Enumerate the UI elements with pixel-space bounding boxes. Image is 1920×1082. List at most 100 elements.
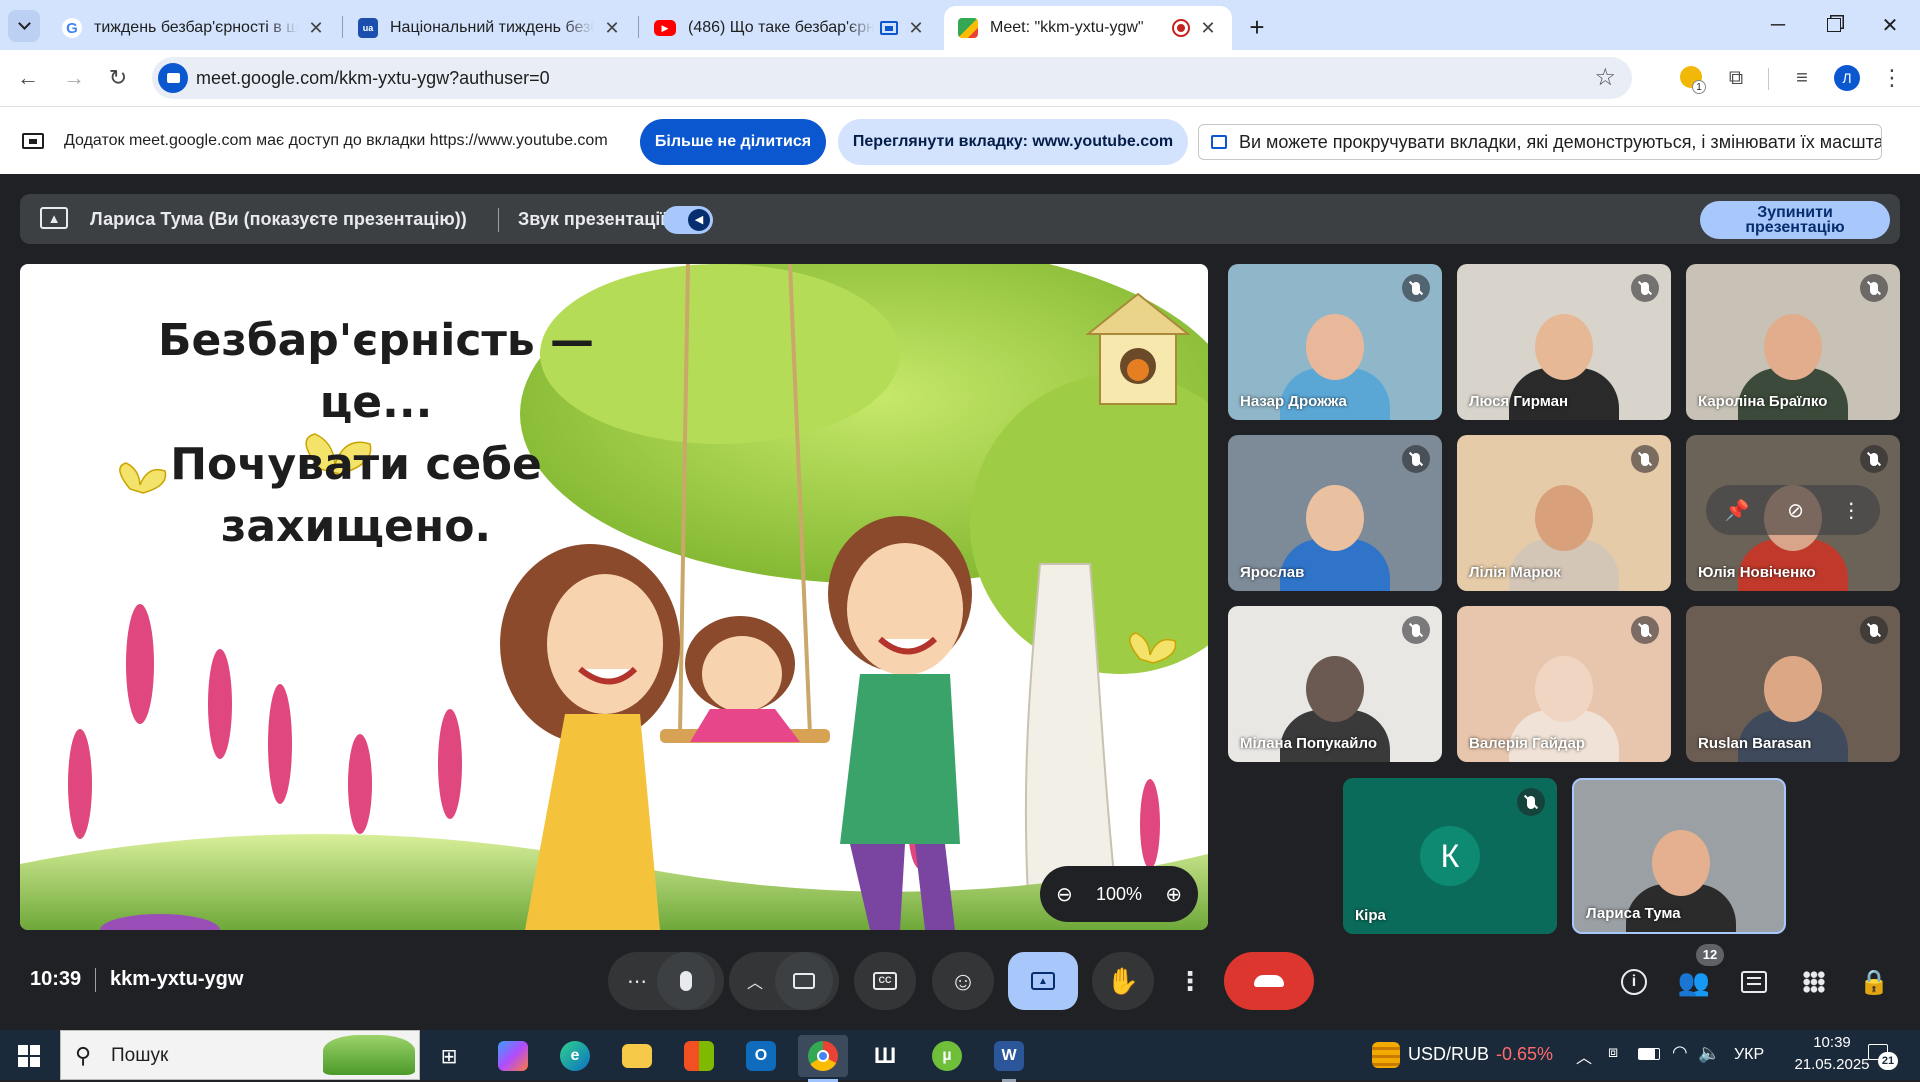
mic-off-icon — [1631, 274, 1659, 302]
video-options-icon[interactable]: ︿ — [735, 969, 775, 993]
profile-avatar[interactable]: Л — [1834, 65, 1860, 91]
minimize-button[interactable]: ─ — [1750, 0, 1806, 50]
extension-button[interactable]: 1 — [1676, 62, 1710, 96]
activities-button[interactable] — [1794, 962, 1834, 1002]
zoom-control: ⊖ 100% ⊕ — [1040, 866, 1198, 922]
audio-controls: ⋯ — [608, 952, 724, 1010]
taskbar-app-store[interactable] — [674, 1035, 724, 1077]
taskbar-app-chrome[interactable] — [798, 1035, 848, 1082]
tab-meet[interactable]: Meet: "kkm-yxtu-ygw" ✕ — [944, 6, 1232, 50]
participant-tile[interactable]: Лілія Марюк — [1457, 435, 1671, 591]
address-bar[interactable]: meet.google.com/kkm-yxtu-ygw?authuser=0 … — [152, 57, 1632, 99]
more-options-button[interactable]: ⋮ — [1170, 952, 1210, 1010]
host-controls-button[interactable]: 🔒 — [1854, 962, 1894, 1002]
people-button[interactable]: 👥 12 — [1674, 944, 1724, 1002]
tab-national-week[interactable]: ua Національний тиждень безбар ✕ — [344, 6, 636, 50]
chrome-menu-icon[interactable]: ⋮ — [1874, 60, 1910, 96]
tile-more-icon[interactable]: ⋮ — [1841, 498, 1861, 523]
participant-tile[interactable]: Мілана Попукайло — [1228, 606, 1442, 762]
stop-presenting-button[interactable]: Зупинити презентацію — [1700, 201, 1890, 239]
bookmark-star-icon[interactable]: ☆ — [1594, 63, 1616, 92]
zoom-in-icon[interactable]: ⊕ — [1165, 882, 1182, 907]
taskbar-app-explorer[interactable] — [612, 1035, 662, 1077]
camera-button[interactable] — [775, 952, 833, 1010]
tab-youtube[interactable]: ▶ (486) Що таке безбар'єрні ✕ — [640, 6, 940, 50]
battery-icon[interactable] — [1638, 1048, 1660, 1060]
girl-figure — [685, 616, 800, 742]
tab-close-icon[interactable]: ✕ — [906, 18, 926, 39]
restore-button[interactable] — [1806, 0, 1862, 50]
participant-tile[interactable]: Кароліна Браїлко — [1686, 264, 1900, 420]
wifi-icon[interactable]: ◠ — [1672, 1042, 1688, 1063]
taskbar-app-word[interactable]: W — [984, 1035, 1034, 1082]
view-tab-button[interactable]: Переглянути вкладку: www.youtube.com — [838, 119, 1188, 165]
taskbar-search[interactable]: ⚲ Пошук — [60, 1030, 420, 1080]
chat-button[interactable] — [1734, 962, 1774, 1002]
reload-button[interactable]: ↻ — [100, 60, 136, 96]
captions-button[interactable]: CC — [854, 952, 916, 1010]
currency-widget-icon — [1372, 1042, 1400, 1068]
search-icon: ⚲ — [75, 1043, 92, 1068]
tab-close-icon[interactable]: ✕ — [306, 18, 326, 39]
video-controls: ︿ — [729, 952, 839, 1010]
raise-hand-button[interactable]: ✋ — [1092, 952, 1154, 1010]
participant-tile[interactable]: Ruslan Barasan — [1686, 606, 1900, 762]
forward-button[interactable]: → — [56, 60, 92, 96]
mute-participant-icon[interactable]: ⊘ — [1787, 498, 1804, 523]
taskbar-clock-date[interactable]: 21.05.2025 — [1790, 1056, 1874, 1073]
back-button[interactable]: ← — [10, 60, 46, 96]
emoji-icon: ☺ — [949, 965, 977, 996]
leave-call-button[interactable] — [1224, 952, 1314, 1010]
participant-name: Лілія Марюк — [1469, 564, 1561, 581]
volume-icon[interactable]: 🔈 — [1698, 1043, 1720, 1064]
input-language[interactable]: УКР — [1734, 1046, 1764, 1064]
microphone-button[interactable] — [657, 952, 715, 1010]
close-window-button[interactable]: ✕ — [1862, 0, 1918, 50]
present-button[interactable]: ▲ — [1008, 952, 1078, 1010]
audio-more-options-icon[interactable]: ⋯ — [617, 969, 657, 994]
taskbar-app-copilot[interactable] — [488, 1035, 538, 1077]
participant-tile[interactable]: 📌 ⊘ ⋮ Юлія Новіченко — [1686, 435, 1900, 591]
participant-tile[interactable]: Люся Гирман — [1457, 264, 1671, 420]
tab-google-search[interactable]: G тиждень безбар'єрності в шко ✕ — [48, 6, 340, 50]
site-icon: ua — [358, 18, 378, 38]
toolbar-divider — [1768, 68, 1769, 90]
media-control-icon[interactable]: ≡ — [1784, 60, 1820, 96]
notifications-button[interactable]: 21 — [1868, 1042, 1898, 1070]
reactions-button[interactable]: ☺ — [932, 952, 994, 1010]
participant-video-face — [1764, 656, 1822, 722]
new-tab-button[interactable]: + — [1242, 12, 1272, 42]
participant-tile[interactable]: Валерія Гайдар — [1457, 606, 1671, 762]
participant-tile[interactable]: Ярослав — [1228, 435, 1442, 591]
pin-icon[interactable]: 📌 — [1725, 498, 1750, 523]
tab-close-icon[interactable]: ✕ — [602, 18, 622, 39]
participant-video-face — [1764, 314, 1822, 380]
participant-tile[interactable]: Лариса Тума — [1572, 778, 1786, 934]
start-button[interactable] — [4, 1035, 54, 1077]
task-view-button[interactable]: ⊞ — [424, 1035, 474, 1077]
taskbar-app-generic[interactable]: Ш — [860, 1035, 910, 1077]
taskbar-app-edge[interactable]: e — [550, 1035, 600, 1077]
presentation-slide: Безбар'єрність — це... Почувати себе зах… — [20, 264, 1208, 930]
app-icon: Ш — [873, 1043, 897, 1068]
presentation-audio-toggle[interactable]: ◀ — [663, 206, 713, 234]
extensions-puzzle-icon[interactable]: ⧉ — [1718, 60, 1754, 96]
tab-search-button[interactable] — [8, 10, 40, 42]
participant-tile[interactable]: Назар Дрожжа — [1228, 264, 1442, 420]
stop-sharing-button[interactable]: Більше не ділитися — [640, 119, 826, 165]
meeting-details-button[interactable]: i — [1614, 962, 1654, 1002]
taskbar-app-utorrent[interactable]: µ — [922, 1035, 972, 1077]
search-highlight-image — [323, 1035, 415, 1075]
zoom-out-icon[interactable]: ⊖ — [1056, 882, 1073, 907]
edge-icon: e — [560, 1041, 590, 1071]
tab-close-icon[interactable]: ✕ — [1198, 18, 1218, 39]
utorrent-icon: µ — [932, 1041, 962, 1071]
taskbar-clock-time[interactable]: 10:39 — [1792, 1034, 1872, 1051]
share-message: Додаток meet.google.com має доступ до вк… — [64, 132, 608, 149]
captions-icon: CC — [873, 972, 897, 990]
tray-chevron-up-icon[interactable]: ︿ — [1576, 1044, 1592, 1068]
participant-tile[interactable]: К Кіра — [1343, 778, 1557, 934]
mic-off-icon — [1402, 616, 1430, 644]
currency-pair[interactable]: USD/RUB — [1408, 1044, 1489, 1065]
taskbar-app-outlook[interactable]: O — [736, 1035, 786, 1077]
